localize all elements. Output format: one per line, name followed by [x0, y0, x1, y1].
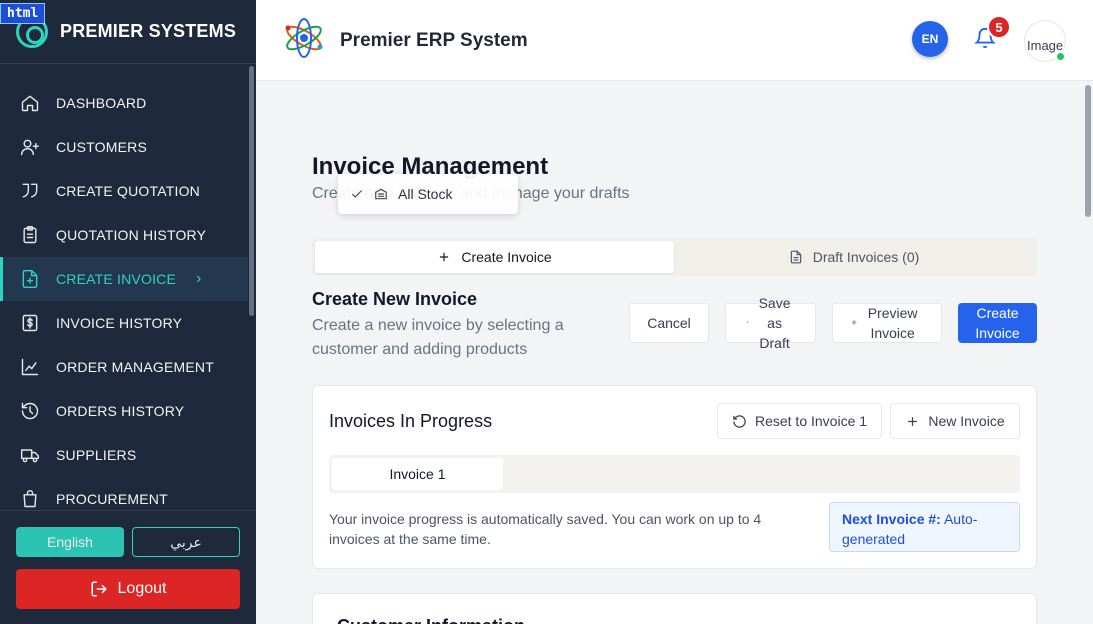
warehouse-icon [375, 188, 387, 200]
sidebar-item-label: ORDERS HISTORY [56, 403, 185, 419]
quote-icon [22, 183, 38, 198]
sidebar-item-label: CREATE QUOTATION [56, 183, 200, 199]
online-status-dot [1055, 51, 1066, 62]
user-plus-icon [20, 139, 40, 156]
main-content: Invoice Management Create new invoices a… [256, 81, 1093, 624]
invoice-tabs: Create Invoice Draft Invoices (0) [312, 238, 1037, 276]
preview-invoice-button[interactable]: ◉ Preview Invoice [832, 303, 942, 343]
truck-icon [20, 449, 40, 463]
html-tag: html [0, 3, 46, 24]
sidebar-item-label: CREATE INVOICE [56, 271, 177, 287]
chevron-right-icon: › [196, 270, 202, 287]
tab-label: Draft Invoices (0) [812, 249, 920, 265]
sidebar-item-quotation-history[interactable]: QUOTATION HISTORY [0, 213, 248, 257]
reset-invoice-button[interactable]: Reset to Invoice 1 [717, 403, 882, 439]
logout-label: Logout [117, 580, 167, 597]
section-description: Create a new invoice by selecting a cust… [312, 317, 564, 358]
app-title: Premier ERP System [340, 30, 528, 51]
logout-button[interactable]: Logout [16, 569, 240, 609]
stock-filter-label: All Stock [398, 186, 453, 202]
sidebar-item-label: ORDER MANAGEMENT [56, 359, 214, 375]
sidebar-nav: DASHBOARD CUSTOMERS CREATE QUOTATION QUO… [0, 81, 248, 521]
english-button[interactable]: English [16, 527, 124, 557]
sidebar-item-label: PROCUREMENT [56, 491, 168, 507]
sidebar-item-dashboard[interactable]: DASHBOARD [0, 81, 248, 125]
autosave-note: Your invoice progress is automatically s… [329, 511, 762, 547]
preview-label: Preview Invoice [867, 305, 918, 341]
section-title: Create New Invoice [312, 289, 478, 309]
sidebar-item-suppliers[interactable]: SUPPLIERS [0, 433, 248, 477]
brand-name: PREMIER SYSTEMS [60, 21, 237, 41]
sidebar-item-create-quotation[interactable]: CREATE QUOTATION [0, 169, 248, 213]
clipboard-icon [23, 225, 37, 244]
plus-icon [440, 252, 449, 262]
tab-label: Create Invoice [461, 249, 552, 265]
dollar-file-icon [22, 314, 38, 332]
sidebar-item-invoice-history[interactable]: INVOICE HISTORY [0, 301, 248, 345]
sidebar-footer: English عربي Logout [0, 510, 256, 624]
save-draft-label: Save as Draft [758, 295, 791, 351]
tab-draft-invoices[interactable]: Draft Invoices (0) [674, 241, 1034, 273]
sidebar-scrollbar[interactable] [249, 66, 254, 316]
save-draft-button[interactable]: ▪ Save as Draft [725, 295, 816, 351]
stock-filter-option[interactable]: All Stock [338, 174, 518, 214]
invoice-progress-tabs: Invoice 1 [329, 455, 1020, 493]
reset-label: Reset to Invoice 1 [754, 413, 868, 429]
invoices-in-progress-card: Invoices In Progress Reset to Invoice 1 … [312, 385, 1037, 569]
chart-icon [21, 358, 39, 376]
language-toggle-button[interactable]: EN [912, 21, 948, 57]
next-invoice-info: Next Invoice #: Auto-generated [829, 502, 1020, 552]
notification-badge: 5 [987, 15, 1011, 39]
language-switcher: English عربي [16, 527, 240, 557]
new-invoice-button[interactable]: New Invoice [890, 403, 1020, 439]
sidebar-item-customers[interactable]: CUSTOMERS [0, 125, 248, 169]
sidebar-item-label: CUSTOMERS [56, 139, 147, 155]
reset-icon [733, 414, 746, 428]
sidebar: PREMIER SYSTEMS DASHBOARD CUSTOMERS CREA… [0, 0, 256, 624]
eye-icon: ◉ [851, 320, 857, 326]
tab-invoice-1[interactable]: Invoice 1 [332, 458, 503, 490]
history-icon [21, 402, 39, 420]
plus-icon [908, 416, 918, 426]
card-title: Invoices In Progress [329, 411, 493, 431]
logout-icon [91, 581, 107, 597]
sidebar-item-label: INVOICE HISTORY [56, 315, 183, 331]
sidebar-item-order-management[interactable]: ORDER MANAGEMENT [0, 345, 248, 389]
sidebar-item-label: DASHBOARD [56, 95, 147, 111]
sidebar-item-label: SUPPLIERS [56, 447, 137, 463]
save-icon: ▪ [746, 320, 749, 326]
tab-create-invoice[interactable]: Create Invoice [315, 241, 674, 273]
document-icon [790, 250, 801, 264]
main-scrollbar[interactable] [1085, 85, 1091, 217]
sidebar-item-create-invoice[interactable]: CREATE INVOICE › [0, 257, 248, 301]
create-invoice-button[interactable]: Create Invoice [958, 303, 1037, 343]
cancel-button[interactable]: Cancel [629, 303, 709, 343]
new-invoice-label: New Invoice [928, 413, 1005, 429]
customer-information-card: Customer Information [312, 593, 1037, 624]
sidebar-item-label: QUOTATION HISTORY [56, 227, 207, 243]
home-icon [21, 95, 39, 112]
check-icon [351, 190, 363, 198]
next-invoice-label: Next Invoice #: [842, 511, 941, 527]
atom-logo-icon [285, 18, 323, 58]
bag-icon [23, 489, 37, 508]
top-header: Premier ERP System EN 5 Image [256, 0, 1093, 81]
sidebar-item-orders-history[interactable]: ORDERS HISTORY [0, 389, 248, 433]
file-plus-icon [22, 269, 38, 289]
card-title: Customer Information [337, 616, 525, 624]
arabic-button[interactable]: عربي [132, 527, 240, 557]
